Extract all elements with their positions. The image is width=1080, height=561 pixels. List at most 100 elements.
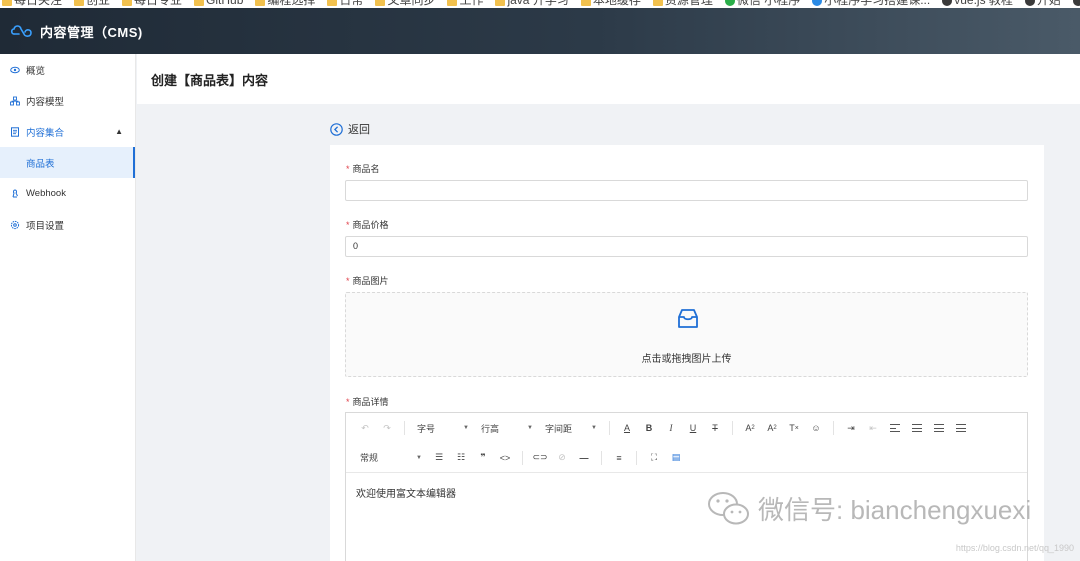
- outdent-icon[interactable]: ⇤: [864, 418, 882, 438]
- align-left-icon[interactable]: [886, 418, 904, 438]
- image-upload-dropzone[interactable]: 点击或拖拽图片上传: [345, 292, 1028, 377]
- label-text: 商品图片: [352, 276, 389, 286]
- app-title: 内容管理（CMS): [40, 24, 143, 40]
- line-height-select[interactable]: 行高 ▼: [481, 418, 533, 438]
- bookmark-item[interactable]: vue.js: [1071, 0, 1080, 8]
- bold-icon[interactable]: B: [640, 418, 658, 438]
- bookmark-item[interactable]: 每日专业: [120, 0, 182, 8]
- sidebar-item-project-settings[interactable]: 项目设置: [0, 209, 135, 240]
- sidebar-item-content-collection[interactable]: 内容集合 ▲: [0, 116, 135, 147]
- bookmark-item[interactable]: java 开学习: [493, 0, 569, 8]
- sidebar-item-webhook[interactable]: Webhook: [0, 178, 135, 209]
- toolbar-divider: [522, 450, 523, 465]
- link-icon[interactable]: ⊂⊃: [531, 448, 549, 468]
- caret-down-icon: ▼: [463, 425, 469, 431]
- model-icon: [10, 96, 20, 105]
- unlink-icon[interactable]: ⊘: [553, 448, 571, 468]
- strikethrough-icon[interactable]: T: [706, 418, 724, 438]
- app-header: 内容管理（CMS): [0, 8, 1080, 54]
- align-glyph: [890, 424, 900, 432]
- superscript-icon[interactable]: A2: [741, 418, 759, 438]
- product-price-input[interactable]: 0: [345, 236, 1028, 257]
- toolbar-divider: [636, 450, 637, 465]
- sidebar-item-label: 项目设置: [26, 220, 65, 232]
- toolbar-divider: [404, 421, 405, 435]
- redo-icon[interactable]: ↷: [378, 418, 396, 438]
- align-glyph: [956, 424, 966, 432]
- bookmark-item[interactable]: 编程选择: [253, 0, 315, 8]
- product-name-input[interactable]: [345, 180, 1028, 201]
- inbox-icon: [678, 309, 698, 328]
- required-mark: *: [346, 276, 350, 286]
- wechat-icon: [708, 492, 749, 525]
- emoji-icon[interactable]: ☺: [807, 418, 825, 438]
- editor-toolbar-row: 常规 ▼ ☰ ☷ ❞ <> ⊂⊃ ⊘ — ≡ ⛶ ▤: [346, 443, 1027, 473]
- product-price-label: * 商品价格: [346, 218, 389, 231]
- underline-icon[interactable]: U: [684, 418, 702, 438]
- toolbar-divider: [732, 421, 733, 435]
- bookmark-item[interactable]: 工作: [445, 0, 483, 8]
- bookmark-item[interactable]: 微信 小程序: [723, 0, 800, 8]
- format-painter-icon[interactable]: ≡: [610, 448, 628, 468]
- blockquote-icon[interactable]: ❞: [474, 448, 492, 468]
- font-size-select[interactable]: 字号 ▼: [417, 418, 469, 438]
- indent-icon[interactable]: ⇥: [842, 418, 860, 438]
- align-center-icon[interactable]: [908, 418, 926, 438]
- bookmarks-bar: 每日关注 创业 每日专业 GitHub 编程选择 日常 文章同步 工作 java 开学习 本地缓存…: [0, 0, 1080, 8]
- cloud-logo-icon: [10, 25, 32, 37]
- horizontal-rule-icon[interactable]: —: [575, 448, 593, 468]
- paragraph-style-select[interactable]: 常规 ▼: [360, 448, 422, 468]
- bookmark-item[interactable]: vue.js 教程: [940, 0, 1013, 8]
- csdn-watermark: https://blog.csdn.net/qq_1990: [955, 543, 1074, 553]
- subscript-icon[interactable]: A2: [763, 418, 781, 438]
- watermark-text: 微信号: bianchengxuexi: [758, 494, 1032, 525]
- bookmark-item[interactable]: 本地缓存: [579, 0, 641, 8]
- bullet-list-icon[interactable]: ☰: [430, 448, 448, 468]
- rich-text-editor: ↶ ↷ 字号 ▼ 行高 ▼ 字间距 ▼ A B I U T A2 A2 T × ☺ ⇥ …: [345, 412, 1028, 561]
- bookmark-item[interactable]: 文章同步: [373, 0, 435, 8]
- letter-spacing-select[interactable]: 字间距 ▼: [545, 418, 597, 438]
- bookmark-item[interactable]: 日常: [325, 0, 363, 8]
- bookmark-item[interactable]: 小程序学习搭建课...: [810, 0, 930, 8]
- sidebar: 概览 内容模型 内容集合 ▲ 商品表 Webhook 项目设置: [0, 54, 136, 561]
- back-label: 返回: [348, 124, 370, 136]
- label-text: 商品价格: [352, 220, 389, 230]
- select-value: 行高: [481, 423, 500, 434]
- bookmark-item[interactable]: 创业: [72, 0, 110, 8]
- undo-icon[interactable]: ↶: [356, 418, 374, 438]
- font-color-icon[interactable]: A: [618, 418, 636, 438]
- numbered-list-icon[interactable]: ☷: [452, 448, 470, 468]
- product-detail-label: * 商品详情: [346, 395, 389, 408]
- bookmark-item[interactable]: GitHub: [192, 0, 243, 8]
- required-mark: *: [346, 220, 350, 230]
- align-justify-icon[interactable]: [952, 418, 970, 438]
- sidebar-item-label: 内容集合: [26, 127, 65, 139]
- editor-content[interactable]: 欢迎使用富文本编辑器: [356, 485, 456, 500]
- code-icon[interactable]: <>: [496, 448, 514, 468]
- sidebar-item-overview[interactable]: 概览: [0, 54, 135, 85]
- toolbar-divider: [833, 421, 834, 435]
- bookmark-item[interactable]: 资源管理: [651, 0, 713, 8]
- eye-icon: [10, 66, 20, 73]
- clear-format-icon[interactable]: T ×: [785, 418, 803, 438]
- chevron-up-icon[interactable]: ▲: [115, 127, 123, 136]
- collection-icon: [11, 126, 19, 137]
- bookmark-item[interactable]: 开始: [1023, 0, 1061, 8]
- wechat-watermark: 微信号: bianchengxuexi: [706, 488, 1031, 528]
- product-name-label: * 商品名: [346, 162, 380, 175]
- document-icon[interactable]: ▤: [667, 448, 685, 468]
- italic-icon[interactable]: I: [662, 418, 680, 438]
- upload-hint: 点击或拖拽图片上传: [641, 354, 732, 365]
- sidebar-item-label: 内容模型: [26, 96, 65, 108]
- sidebar-item-label: 商品表: [26, 158, 55, 170]
- fullscreen-icon[interactable]: ⛶: [645, 448, 663, 468]
- align-right-icon[interactable]: [930, 418, 948, 438]
- sidebar-item-product-table[interactable]: 商品表: [0, 147, 135, 178]
- toolbar-divider: [601, 450, 602, 465]
- required-mark: *: [346, 397, 350, 407]
- sidebar-item-content-model[interactable]: 内容模型: [0, 85, 135, 116]
- align-glyph: [912, 424, 922, 432]
- bookmark-item[interactable]: 每日关注: [0, 0, 62, 8]
- back-link[interactable]: 返回: [330, 121, 370, 137]
- caret-down-icon: ▼: [416, 454, 422, 461]
